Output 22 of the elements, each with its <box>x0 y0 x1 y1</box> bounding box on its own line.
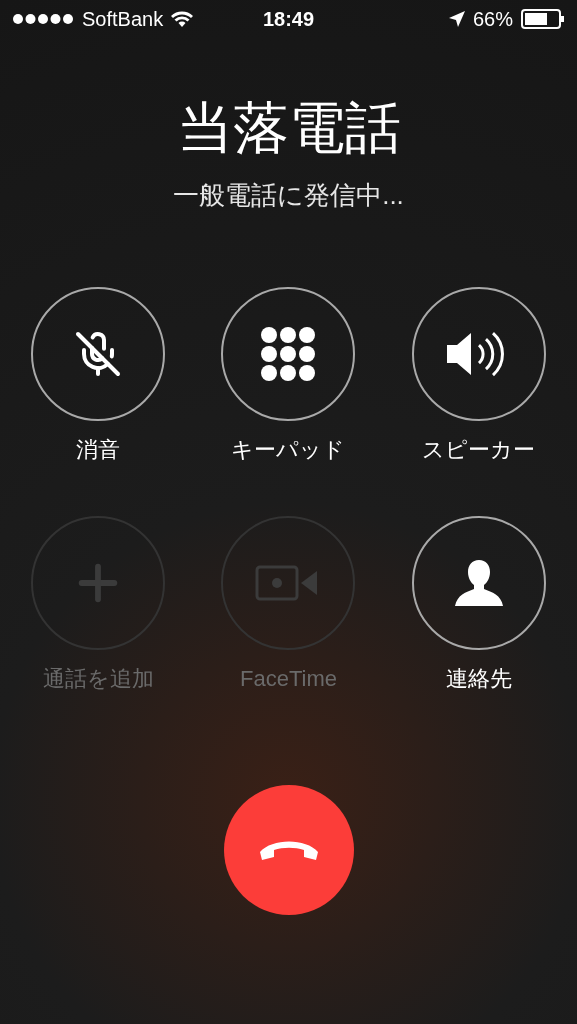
carrier-name: SoftBank <box>82 7 164 32</box>
call-option-button[interactable] <box>221 287 356 421</box>
signal-strength-icon <box>12 13 74 25</box>
option-label: 連絡先 <box>445 665 512 693</box>
call-status: 一般電話に発信中... <box>173 179 404 212</box>
wifi-icon <box>171 11 194 27</box>
battery-percentage: 66% <box>472 7 513 32</box>
location-arrow-icon <box>448 11 465 27</box>
muted-microphone-icon <box>74 330 123 378</box>
battery-icon <box>521 9 565 29</box>
person-silhouette-icon <box>453 558 504 608</box>
caller-name: 当落電話 <box>176 100 401 156</box>
keypad-icon <box>261 327 316 381</box>
option-label: スピーカー <box>422 436 536 464</box>
call-option-button[interactable] <box>31 287 166 421</box>
option-label: キーパッド <box>231 436 346 464</box>
option-label: 消音 <box>76 436 121 464</box>
option-label: 通話を追加 <box>42 665 154 693</box>
clock-time: 18:49 <box>262 7 315 32</box>
call-option-button[interactable] <box>411 516 546 650</box>
option-label: FaceTime <box>240 665 337 693</box>
call-option-button[interactable] <box>411 287 546 421</box>
